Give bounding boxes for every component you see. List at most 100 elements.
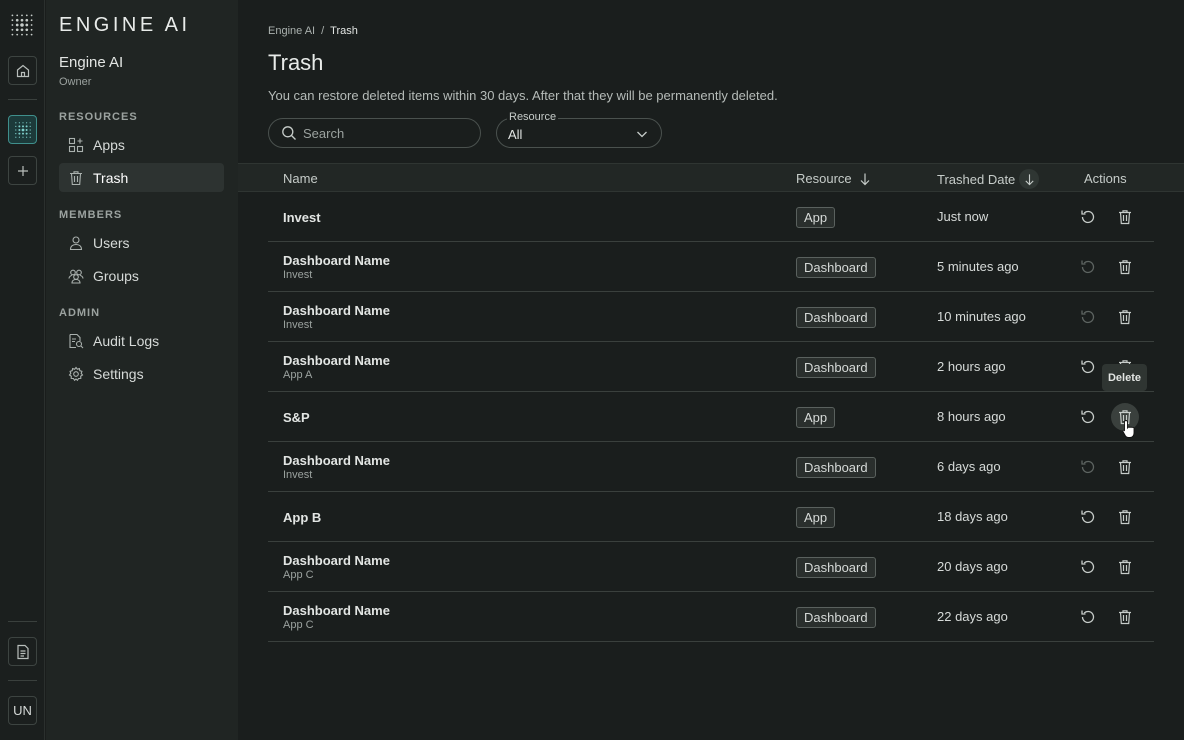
restore-icon[interactable] (1079, 208, 1097, 226)
table-row[interactable]: Dashboard Name Invest Dashboard 5 minutes a… (268, 242, 1154, 292)
table-row[interactable]: Dashboard Name Invest Dashboard 6 days ago (268, 442, 1154, 492)
resource-badge: App (796, 507, 836, 528)
restore-icon[interactable] (1079, 458, 1097, 476)
document-icon (16, 644, 30, 660)
restore-icon[interactable] (1079, 308, 1097, 326)
restore-icon[interactable] (1079, 608, 1097, 626)
row-name: S&P (283, 410, 310, 425)
delete-icon[interactable] (1116, 608, 1134, 626)
apps-icon (68, 137, 84, 153)
resource-select-value: All (508, 127, 523, 142)
row-name: Dashboard Name (283, 253, 390, 268)
home-icon (15, 63, 31, 79)
column-header-label: Actions (1084, 171, 1127, 186)
row-parent: Invest (283, 319, 313, 331)
sidebar-item-label: Apps (93, 136, 125, 153)
trashed-date: 10 minutes ago (937, 309, 1026, 324)
docs-button[interactable] (8, 637, 37, 666)
rail-divider (8, 621, 37, 622)
row-name: Dashboard Name (283, 353, 390, 368)
column-header-actions: Actions (1084, 171, 1127, 186)
table-header: Name Resource Trashed Date Actions (238, 163, 1184, 192)
grid-logo-icon[interactable] (10, 13, 34, 37)
row-name: Dashboard Name (283, 303, 390, 318)
delete-icon[interactable] (1116, 258, 1134, 276)
sidebar-item-apps[interactable]: Apps (59, 130, 224, 159)
workspace-button[interactable] (8, 115, 37, 144)
delete-icon[interactable] (1116, 208, 1134, 226)
rail-divider (8, 99, 37, 100)
sidebar-item-groups[interactable]: Groups (59, 261, 224, 290)
column-header-resource[interactable]: Resource (796, 171, 872, 186)
resource-badge: Dashboard (796, 607, 876, 628)
app-rail: UN (0, 0, 45, 740)
table-row[interactable]: S&P App 8 hours ago (268, 392, 1154, 442)
table-row[interactable]: Dashboard Name App A Dashboard 2 hours ago (268, 342, 1154, 392)
restore-icon[interactable] (1079, 358, 1097, 376)
org-role: Owner (59, 76, 92, 88)
sidebar-item-label: Settings (93, 365, 144, 382)
plus-icon (16, 164, 30, 178)
column-header-name[interactable]: Name (283, 171, 318, 186)
resource-select-label: Resource (507, 111, 559, 123)
section-members: MEMBERS (59, 209, 123, 221)
delete-icon[interactable] (1116, 508, 1134, 526)
section-resources: RESOURCES (59, 111, 138, 123)
column-header-label: Name (283, 171, 318, 186)
sidebar-item-users[interactable]: Users (59, 228, 224, 257)
resource-select[interactable]: Resource All (496, 111, 662, 148)
row-name: App B (283, 510, 322, 525)
row-name: Dashboard Name (283, 553, 390, 568)
trash-icon (68, 170, 84, 186)
sidebar-item-settings[interactable]: Settings (59, 359, 224, 388)
trashed-date: 5 minutes ago (937, 259, 1019, 274)
add-workspace-button[interactable] (8, 156, 37, 185)
delete-icon[interactable] (1116, 558, 1134, 576)
search-placeholder: Search (303, 125, 345, 141)
search-input[interactable]: Search (268, 118, 481, 148)
trashed-date: 22 days ago (937, 609, 1008, 624)
trashed-date: 2 hours ago (937, 359, 1006, 374)
row-parent: Invest (283, 469, 313, 481)
org-name: Engine AI (59, 54, 124, 71)
trashed-date: 18 days ago (937, 509, 1008, 524)
delete-tooltip: Delete (1102, 364, 1147, 391)
delete-icon[interactable] (1116, 308, 1134, 326)
restore-icon[interactable] (1079, 558, 1097, 576)
sidebar-item-trash[interactable]: Trash (59, 163, 224, 192)
sidebar: ENGINE AI Engine AI Owner RESOURCES Apps… (46, 0, 238, 740)
delete-icon[interactable] (1116, 458, 1134, 476)
audit-log-icon (68, 333, 84, 349)
home-button[interactable] (8, 56, 37, 85)
brand-logo: ENGINE AI (59, 14, 191, 36)
table-row[interactable]: Dashboard Name App C Dashboard 20 days ago (268, 542, 1154, 592)
column-header-label: Resource (796, 171, 852, 186)
table-row[interactable]: App B App 18 days ago (268, 492, 1154, 542)
table-row[interactable]: Dashboard Name App C Dashboard 22 days ago (268, 592, 1154, 642)
trashed-date: 20 days ago (937, 559, 1008, 574)
section-admin: ADMIN (59, 307, 101, 319)
chevron-down-icon (635, 127, 649, 141)
table-row[interactable]: Dashboard Name Invest Dashboard 10 minutes … (268, 292, 1154, 342)
resource-badge: Dashboard (796, 457, 876, 478)
resource-badge: App (796, 207, 836, 228)
column-header-trashed-date[interactable]: Trashed Date (937, 168, 1040, 190)
user-avatar-button[interactable]: UN (8, 696, 37, 725)
breadcrumb-root[interactable]: Engine AI (268, 25, 315, 37)
column-header-label: Trashed Date (937, 171, 1016, 187)
sidebar-item-label: Users (93, 234, 130, 251)
page-description: You can restore deleted items within 30 … (268, 88, 778, 103)
sidebar-item-label: Trash (93, 169, 129, 186)
rail-divider (8, 680, 37, 681)
sidebar-item-audit-logs[interactable]: Audit Logs (59, 326, 224, 355)
restore-icon[interactable] (1079, 258, 1097, 276)
trashed-date: 8 hours ago (937, 409, 1006, 424)
sort-arrow-down-icon (1019, 169, 1040, 189)
restore-icon[interactable] (1079, 508, 1097, 526)
row-parent: App C (283, 619, 314, 631)
resource-badge: Dashboard (796, 357, 876, 378)
table-row[interactable]: Invest App Just now (268, 192, 1154, 242)
restore-icon[interactable] (1079, 408, 1097, 426)
row-parent: App C (283, 569, 314, 581)
row-parent: App A (283, 369, 313, 381)
